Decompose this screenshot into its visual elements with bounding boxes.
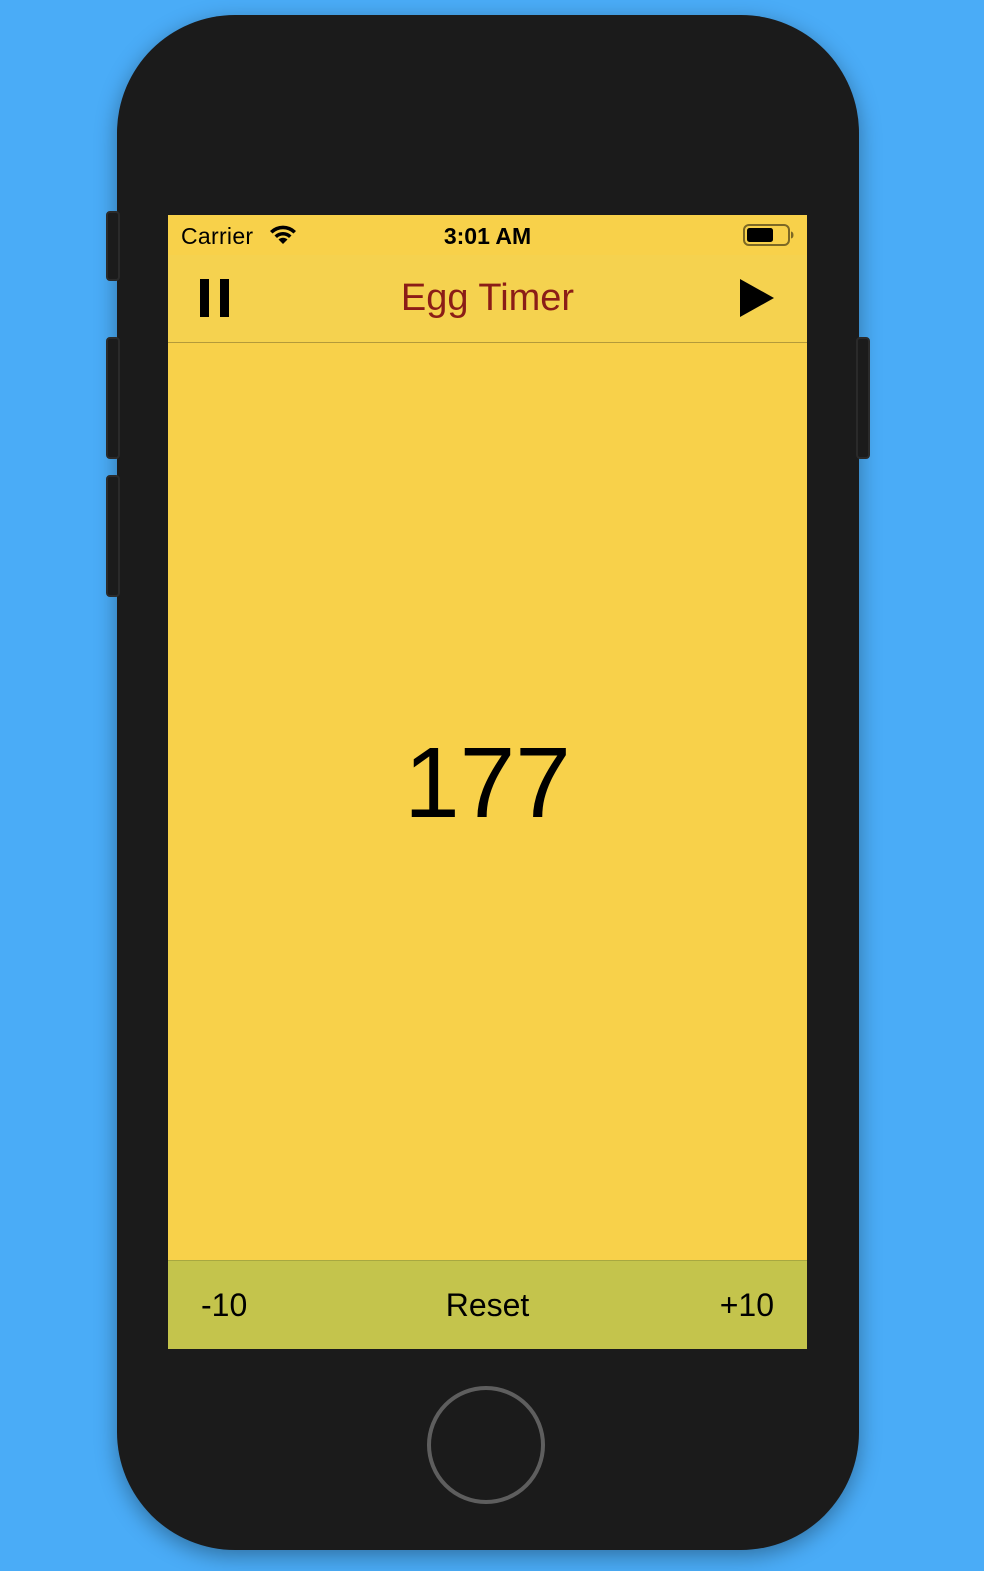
pause-icon	[200, 279, 229, 317]
play-button[interactable]	[736, 277, 778, 319]
volume-up-button	[106, 337, 120, 459]
timer-countdown-value: 177	[404, 727, 571, 839]
minus-ten-button[interactable]: -10	[201, 1261, 247, 1349]
status-bar: Carrier 3:01 AM	[168, 215, 807, 255]
power-button	[856, 337, 870, 459]
bottom-toolbar: Reset -10 +10	[168, 1260, 807, 1349]
pause-button[interactable]	[196, 278, 236, 318]
volume-down-button	[106, 475, 120, 597]
app-screen: Carrier 3:01 AM Egg Timer 177 Reset -10 …	[168, 215, 807, 1349]
page-title: Egg Timer	[400, 277, 575, 319]
play-icon	[740, 279, 774, 317]
navigation-bar: Egg Timer	[168, 255, 807, 343]
battery-icon	[743, 224, 794, 246]
plus-ten-button[interactable]: +10	[720, 1261, 774, 1349]
mute-switch	[106, 211, 120, 281]
reset-button[interactable]: Reset	[168, 1261, 807, 1349]
status-time: 3:01 AM	[443, 223, 532, 249]
home-button[interactable]	[427, 1386, 545, 1504]
timer-content-area: 177	[168, 343, 807, 1260]
